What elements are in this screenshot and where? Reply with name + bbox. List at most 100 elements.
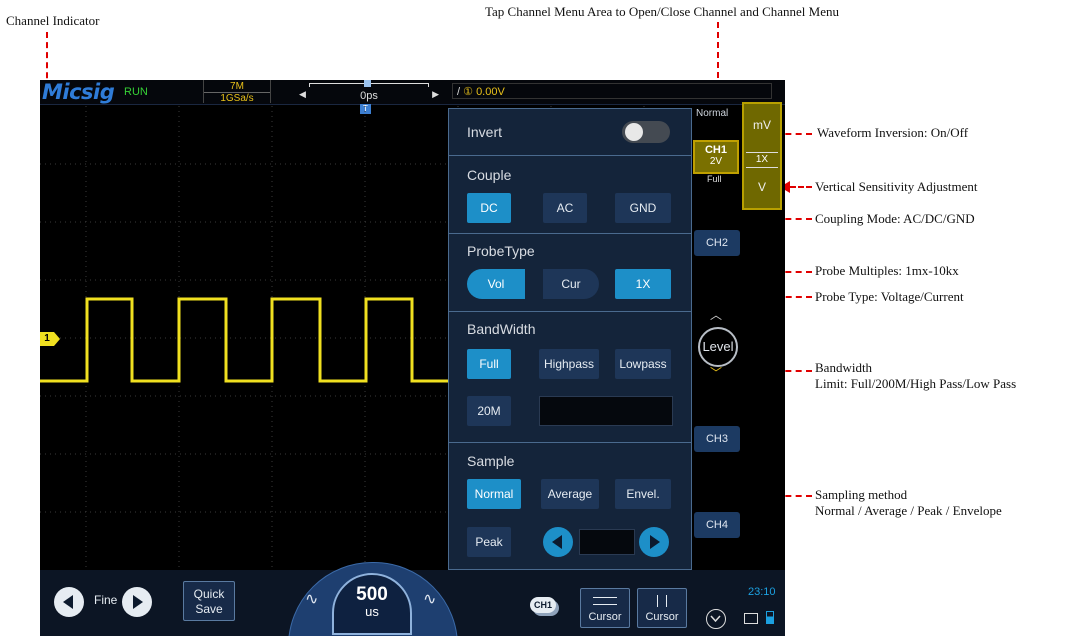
quick-save-line1: Quick [193,587,225,601]
ch1-chip-icon: CH1 [530,597,556,613]
ch1-scale: 2V [709,156,723,167]
probe-multiplier-button[interactable]: 1X [615,269,671,299]
channel-select-button[interactable]: CH1 [518,588,568,628]
time-marker-icon [364,80,371,87]
sample-increase-button[interactable] [639,527,669,557]
couple-dc-button[interactable]: DC [467,193,511,223]
sensitivity-v-button[interactable]: V [744,180,780,194]
time-position: 0ps [360,90,378,102]
level-down-icon[interactable]: ﹀ [710,364,722,381]
acquisition-info[interactable]: 7M 1GSa/s [203,80,271,104]
fine-right-button[interactable] [122,587,152,617]
sensitivity-mv-button[interactable]: mV [744,118,780,132]
micsig-logo: Micsig [42,80,115,104]
timebase-dial[interactable]: ∿ 500 us ∿ [288,562,458,636]
annotation-bandwidth-line1: Bandwidth [815,360,873,375]
right-arrow-icon [133,595,143,609]
vertical-sensitivity-panel[interactable]: mV 1X V [742,102,782,210]
bottom-control-bar: Fine Quick Save ∿ 500 us ∿ CH1 Cursor Cu… [40,562,785,636]
bandwidth-highpass-button[interactable]: Highpass [539,349,599,379]
annotation-tap-channel-menu: Tap Channel Menu Area to Open/Close Chan… [485,4,839,19]
top-status-bar: Micsig RUN 7M 1GSa/s ◀ 0ps ▶ / ① 0.00V [40,80,785,105]
channel-indicator-ch1[interactable]: 1 [40,332,60,346]
timebase-increase-icon[interactable]: ∿ [423,589,436,609]
menu-divider [449,311,691,312]
annotation-bandwidth-line2: Limit: Full/200M/High Pass/Low Pass [815,376,1017,391]
trigger-edge-icon: / [457,86,461,98]
trigger-info[interactable]: / ① 0.00V [452,83,772,99]
vertical-cursor-icon [657,595,667,607]
sample-decrease-button[interactable] [543,527,573,557]
menu-divider [449,155,691,156]
sample-envelope-button[interactable]: Envel. [615,479,671,509]
sample-rate: 1GSa/s [204,92,270,104]
annotation-sampling: Sampling method Normal / Average / Peak … [815,487,1002,519]
sample-average-button[interactable]: Average [541,479,599,509]
cursor-label-horizontal: Cursor [588,611,622,623]
quick-save-line2: Save [195,602,223,616]
quick-save-button[interactable]: Quick Save [183,581,235,621]
annotation-bandwidth: Bandwidth Limit: Full/200M/High Pass/Low… [815,360,1016,392]
oscilloscope-screen: Micsig RUN 7M 1GSa/s ◀ 0ps ▶ / ① 0.00V T [40,80,785,636]
bandwidth-lowpass-button[interactable]: Lowpass [615,349,671,379]
annotation-sampling-line1: Sampling method [815,487,908,502]
ch1-bandwidth-status: Full [707,174,722,184]
couple-ac-button[interactable]: AC [543,193,587,223]
right-arrow-icon[interactable]: ▶ [432,89,439,100]
trigger-level: 0.00V [476,86,505,98]
battery-icon [766,611,774,624]
chevron-down-icon[interactable] [706,609,726,629]
left-arrow-icon [552,535,562,549]
timebase-decrease-icon[interactable]: ∿ [305,589,318,609]
fine-left-button[interactable] [54,587,84,617]
menu-divider [449,233,691,234]
trigger-source: ① [463,86,473,98]
run-status[interactable]: RUN [124,86,148,98]
channel-menu: Invert Couple DC AC GND ProbeType Vol Cu… [448,108,692,570]
annotation-probe-type: Probe Type: Voltage/Current [815,289,964,304]
annotation-vertical-sensitivity: Vertical Sensitivity Adjustment [815,179,978,194]
level-up-icon[interactable]: ︿ [710,306,722,323]
toggle-knob [625,123,643,141]
probe-voltage-button[interactable]: Vol [467,269,525,299]
cursor-horizontal-button[interactable]: Cursor [580,588,630,628]
probe-current-button[interactable]: Cur [543,269,599,299]
clock: 23:10 [748,586,776,598]
sample-peak-button[interactable]: Peak [467,527,511,557]
sample-count-field[interactable] [579,529,635,555]
left-arrow-icon [63,595,73,609]
bandwidth-value-field[interactable] [539,396,673,426]
annotation-channel-indicator: Channel Indicator [6,13,100,28]
invert-label: Invert [467,124,503,140]
couple-gnd-button[interactable]: GND [615,193,671,223]
probe-factor-display: 1X [746,152,778,168]
right-arrow-icon [650,535,660,549]
annotation-probe-multiples: Probe Multiples: 1mx-10kx [815,263,959,278]
ch1-waveform [40,297,460,383]
sample-normal-button[interactable]: Normal [467,479,521,509]
trigger-level-knob[interactable]: Level [698,327,738,367]
timebase-unit: us [365,604,379,619]
bandwidth-label: BandWidth [467,321,536,337]
ch4-channel-button[interactable]: CH4 [694,512,740,538]
cursor-vertical-button[interactable]: Cursor [637,588,687,628]
probe-type-label: ProbeType [467,243,535,259]
cursor-label-vertical: Cursor [645,611,679,623]
horizontal-position-control[interactable]: ◀ 0ps ▶ [295,80,443,104]
ch1-channel-button[interactable]: CH1 2V [693,140,739,174]
timebase-display: 500 us [332,573,412,635]
invert-toggle[interactable] [622,121,670,143]
fine-label: Fine [94,593,118,607]
trigger-mode[interactable]: Normal [696,108,728,119]
ch1-label: CH1 [704,144,727,156]
couple-label: Couple [467,167,512,183]
annotation-waveform-inversion: Waveform Inversion: On/Off [817,125,969,140]
timebase-value: 500 [356,584,388,605]
ch3-channel-button[interactable]: CH3 [694,426,740,452]
horizontal-cursor-icon [593,597,617,605]
leader-vertical-sensitivity [790,186,812,188]
monitor-icon [744,613,758,624]
bandwidth-20m-button[interactable]: 20M [467,396,511,426]
bandwidth-full-button[interactable]: Full [467,349,511,379]
ch2-channel-button[interactable]: CH2 [694,230,740,256]
